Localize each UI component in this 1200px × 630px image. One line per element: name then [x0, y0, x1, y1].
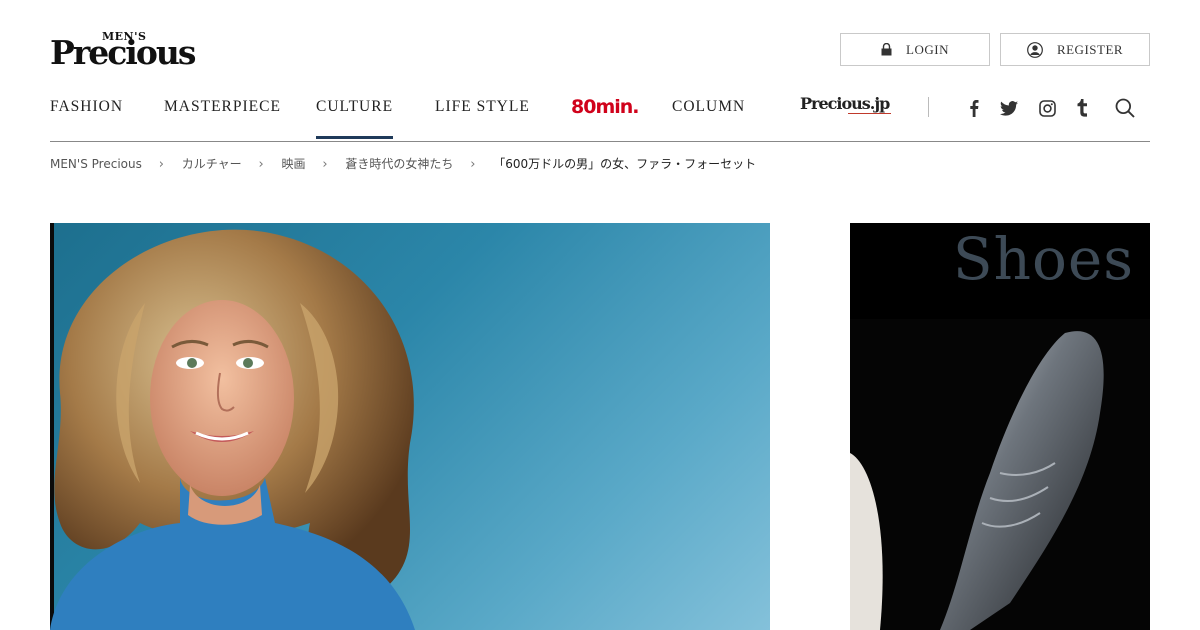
nav-item-life-style[interactable]: LIFE STYLE	[435, 98, 530, 116]
nav-item-culture[interactable]: CULTURE	[316, 98, 394, 139]
facebook-icon[interactable]	[963, 97, 985, 119]
chevron-right-icon: ›	[322, 157, 328, 172]
register-button[interactable]: REGISTER	[1000, 33, 1150, 66]
tumblr-icon[interactable]	[1071, 97, 1093, 119]
twitter-icon[interactable]	[998, 97, 1020, 119]
nav-item-80min[interactable]: 80min.	[571, 96, 639, 118]
breadcrumb-series[interactable]: 蒼き時代の女神たち	[345, 155, 453, 172]
shoe-illustration	[850, 319, 1150, 630]
lock-icon	[881, 43, 892, 56]
hero-image[interactable]	[50, 223, 770, 630]
nav-item-masterpiece[interactable]: MASTERPIECE	[164, 98, 281, 116]
register-label: REGISTER	[1056, 41, 1124, 57]
site-logo[interactable]: MEN'S Precious	[50, 30, 196, 72]
user-icon	[1027, 41, 1043, 58]
chevron-right-icon: ›	[470, 157, 476, 172]
main-nav: FASHION MASTERPIECE CULTURE LIFE STYLE 8…	[50, 92, 1150, 142]
side-ad-banner[interactable]: Shoes	[850, 223, 1150, 630]
login-label: LOGIN	[906, 41, 949, 57]
breadcrumb-culture[interactable]: カルチャー	[182, 155, 242, 172]
hero-portrait-illustration	[50, 229, 415, 630]
nav-item-precious-jp[interactable]: Precious.jp	[800, 94, 892, 114]
search-icon[interactable]	[1114, 97, 1136, 119]
precious-jp-underline	[848, 113, 892, 114]
nav-divider	[928, 97, 929, 117]
login-button[interactable]: LOGIN	[840, 33, 990, 66]
precious-jp-label: Precious.jp	[800, 94, 890, 113]
chevron-right-icon: ›	[158, 157, 164, 172]
breadcrumb: MEN'S Precious › カルチャー › 映画 › 蒼き時代の女神たち …	[50, 155, 756, 172]
breadcrumb-home[interactable]: MEN'S Precious	[50, 157, 142, 171]
logo-precious-text: Precious	[50, 33, 196, 72]
chevron-right-icon: ›	[258, 157, 264, 172]
nav-item-fashion[interactable]: FASHION	[50, 98, 123, 116]
nav-item-column[interactable]: COLUMN	[672, 98, 745, 116]
instagram-icon[interactable]	[1036, 97, 1058, 119]
breadcrumb-current: 「600万ドルの男」の女、ファラ・フォーセット	[493, 157, 757, 171]
nav-80min-label: 80min.	[571, 96, 639, 118]
breadcrumb-movie[interactable]: 映画	[281, 155, 305, 172]
